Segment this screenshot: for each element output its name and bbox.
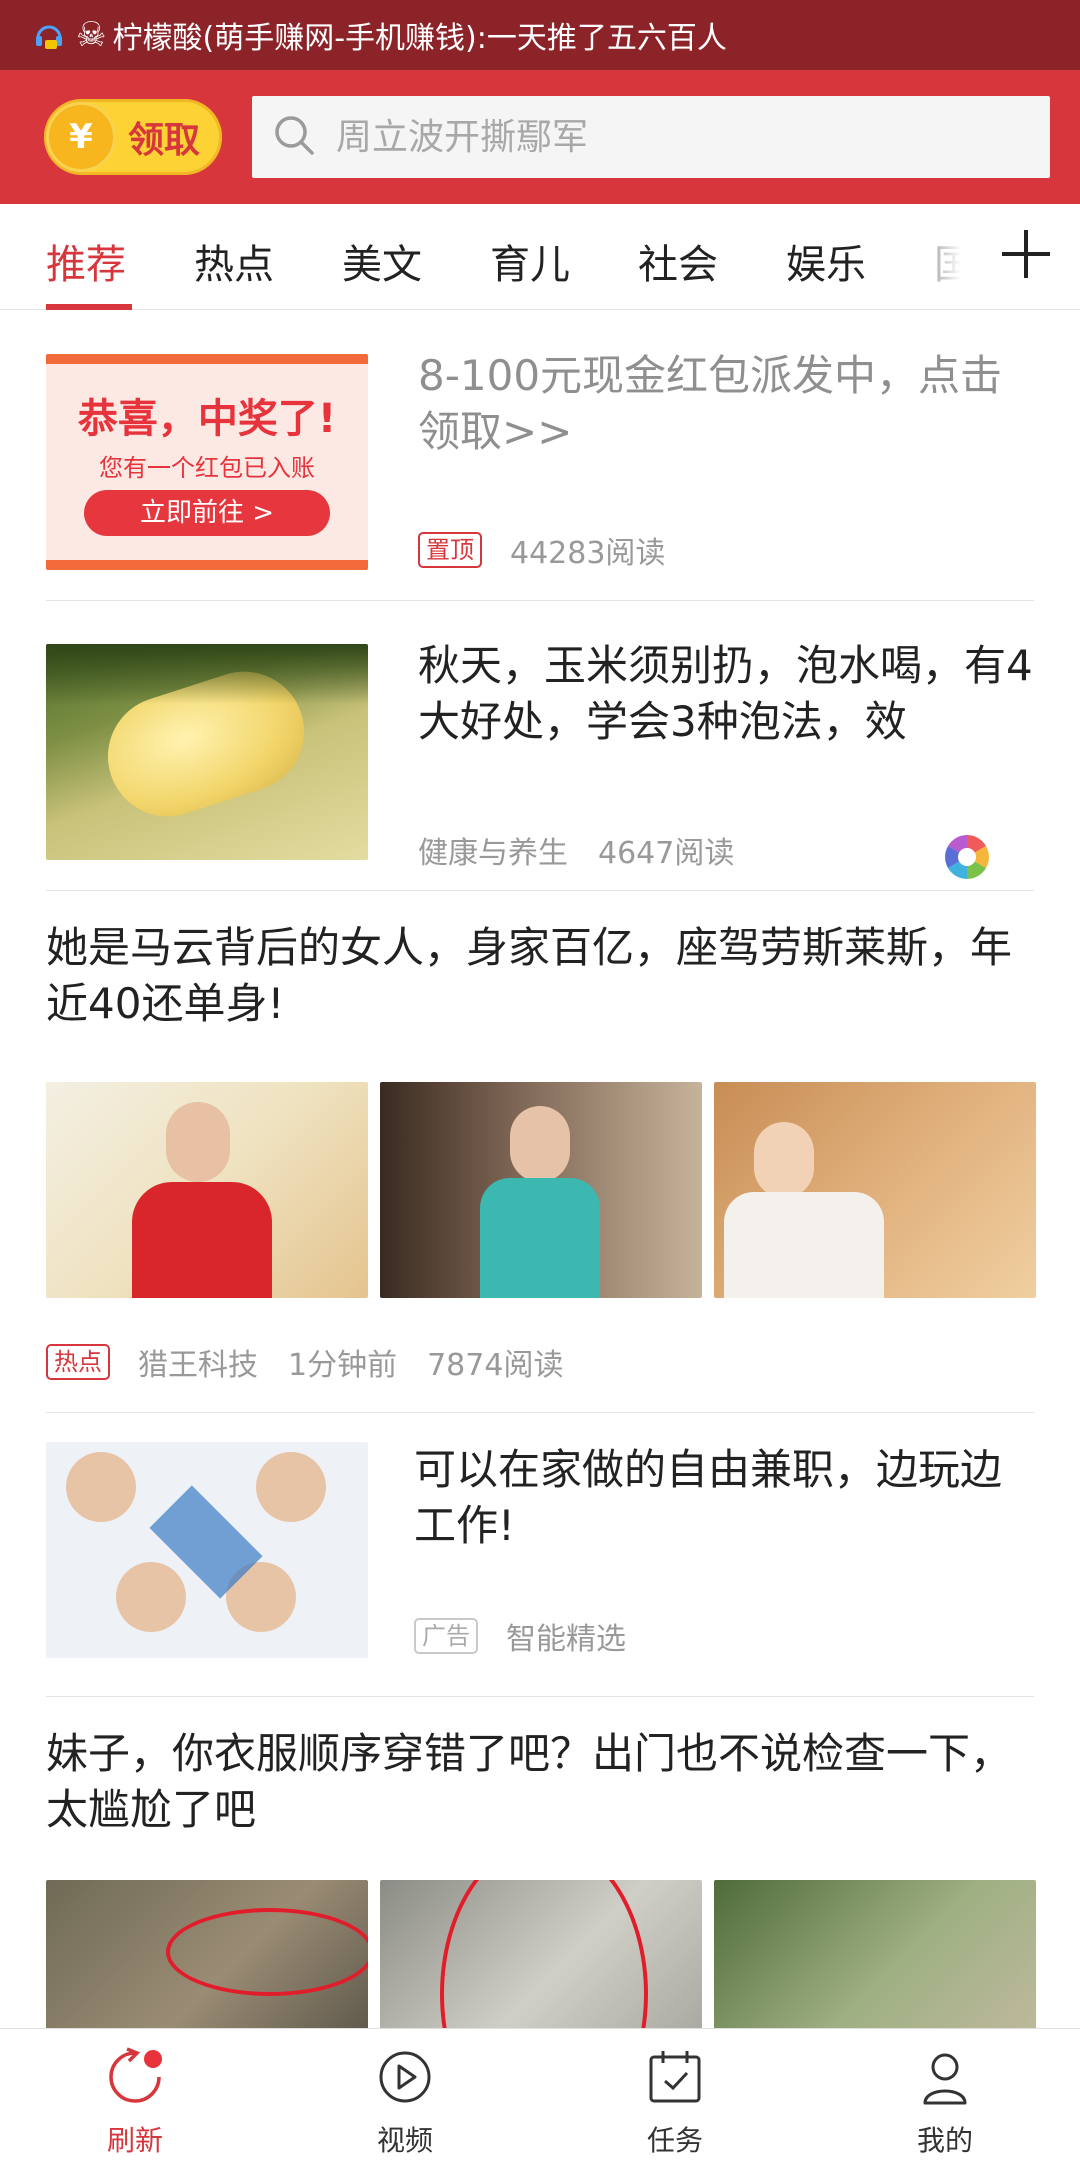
claim-label: 领取 — [128, 120, 201, 161]
article-meta: 热点 猎王科技 1分钟前 7874阅读 — [46, 1340, 563, 1384]
source-name: 智能精选 — [506, 1622, 626, 1657]
task-calendar-icon — [645, 2047, 705, 2107]
article-image-1 — [46, 1082, 368, 1298]
ad-tag: 广告 — [414, 1618, 478, 1654]
promo-subline: 您有一个红包已入账 — [99, 454, 315, 482]
refresh-icon — [105, 2047, 165, 2107]
publish-time: 1分钟前 — [288, 1348, 398, 1383]
promo-headline: 恭喜，中奖了! — [77, 396, 337, 442]
article-title: 8-100元现金红包派发中，点击领取>> — [418, 351, 1003, 456]
article-meta: 广告 智能精选 — [414, 1614, 626, 1658]
claim-reward-button[interactable]: ¥ 领取 — [44, 99, 222, 175]
hot-tag: 热点 — [46, 1344, 110, 1380]
category-tabs: 推荐 热点 美文 育儿 社会 娱乐 国 — [0, 204, 1080, 310]
search-input[interactable] — [334, 115, 1050, 159]
promo-banner-image: 恭喜，中奖了! 您有一个红包已入账 立即前往 > — [46, 354, 368, 570]
tab-parenting[interactable]: 育儿 — [490, 232, 570, 290]
add-channel-icon[interactable] — [998, 226, 1054, 282]
search-icon — [272, 113, 316, 161]
pinned-tag: 置顶 — [418, 532, 482, 568]
coin-icon: ¥ — [46, 102, 116, 172]
article-title: 可以在家做的自由兼职，边玩边工作! — [414, 1445, 1003, 1550]
nav-label: 我的 — [916, 2124, 973, 2157]
read-count: 44283阅读 — [510, 536, 666, 571]
read-count: 7874阅读 — [427, 1348, 564, 1383]
search-box[interactable] — [252, 96, 1050, 178]
play-icon — [375, 2047, 435, 2107]
nav-refresh[interactable]: 刷新 — [0, 2029, 270, 2161]
tab-society[interactable]: 社会 — [638, 232, 718, 290]
source-name: 健康与养生 — [418, 836, 568, 871]
nav-label: 任务 — [646, 2124, 703, 2157]
user-icon — [915, 2047, 975, 2107]
skull-icon: ☠ — [76, 15, 107, 55]
bottom-navigation: 刷新 视频 任务 我的 — [0, 2028, 1080, 2160]
ad-thumbnail — [46, 1442, 368, 1658]
tab-essays[interactable]: 美文 — [342, 232, 422, 290]
source-logo-icon — [942, 832, 992, 886]
promo-go-button: 立即前往 > — [84, 490, 330, 536]
tab-recommend[interactable]: 推荐 — [46, 232, 126, 290]
tab-hot[interactable]: 热点 — [194, 232, 274, 290]
header-bar: ¥ 领取 — [0, 70, 1080, 204]
nav-label: 刷新 — [106, 2124, 163, 2157]
article-image-3 — [714, 1082, 1036, 1298]
article-title: 妹子，你衣服顺序穿错了吧？出门也不说检查一下，太尴尬了吧 — [46, 1729, 1013, 1834]
article-thumbnail — [46, 644, 368, 860]
nav-label: 视频 — [376, 2124, 433, 2157]
nav-mine[interactable]: 我的 — [810, 2029, 1080, 2161]
article-meta: 健康与养生 4647阅读 — [418, 828, 734, 872]
notification-text: 柠檬酸(萌手赚网-手机赚钱):一天推了五六百人 — [112, 21, 727, 56]
article-title: 秋天，玉米须别扔，泡水喝，有4大好处，学会3种泡法，效 — [418, 641, 1033, 746]
status-bar: ☠ 柠檬酸(萌手赚网-手机赚钱):一天推了五六百人 — [0, 0, 1080, 70]
article-image-2 — [380, 1082, 702, 1298]
headset-notification-icon — [30, 16, 68, 54]
tab-entertainment[interactable]: 娱乐 — [786, 232, 866, 290]
nav-video[interactable]: 视频 — [270, 2029, 540, 2161]
active-tab-indicator — [46, 304, 132, 310]
nav-tasks[interactable]: 任务 — [540, 2029, 810, 2161]
article-meta: 置顶 44283阅读 — [418, 528, 665, 572]
article-title: 她是马云背后的女人，身家百亿，座驾劳斯莱斯，年近40还单身! — [46, 923, 1013, 1028]
source-name: 猎王科技 — [138, 1348, 258, 1383]
read-count: 4647阅读 — [598, 836, 735, 871]
